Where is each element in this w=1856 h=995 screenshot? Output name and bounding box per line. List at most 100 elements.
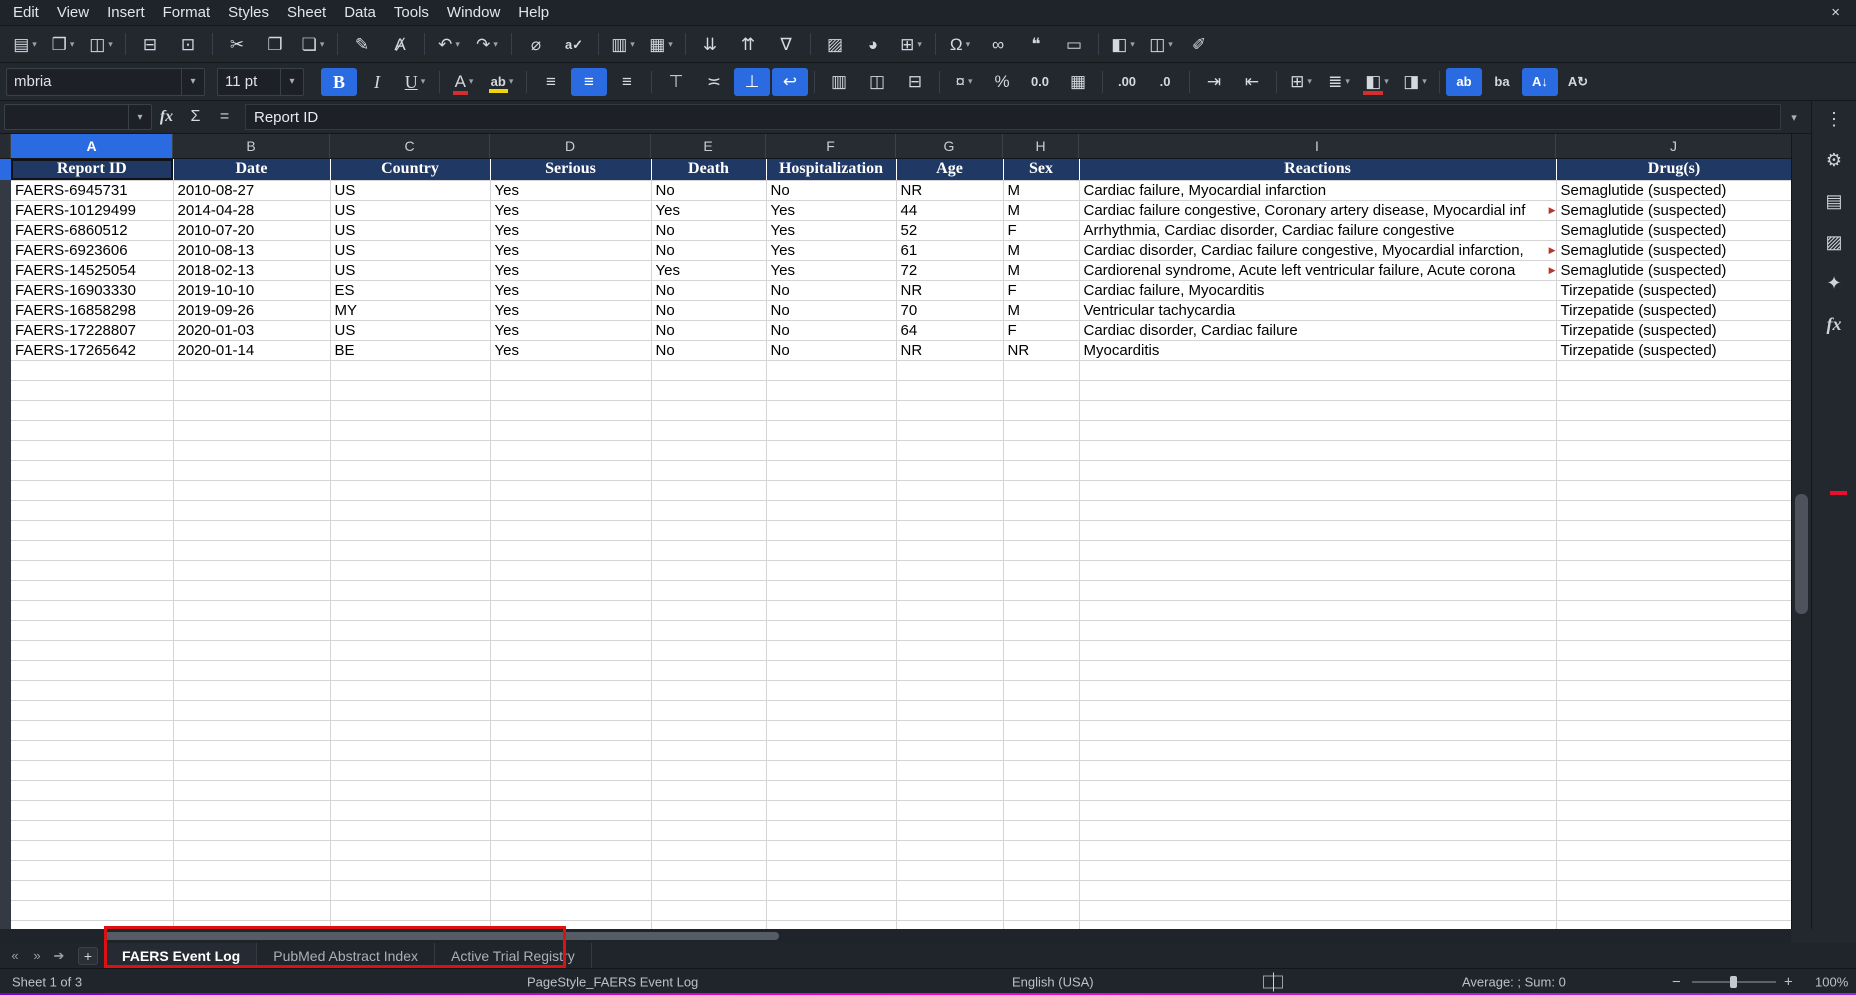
cell[interactable]: Ventricular tachycardia (1079, 300, 1557, 321)
cell[interactable]: Cardiorenal syndrome, Acute left ventric… (1079, 260, 1557, 281)
cell[interactable] (11, 480, 174, 501)
column-header-F[interactable]: F (766, 134, 896, 158)
cell[interactable]: No (651, 220, 767, 241)
cell[interactable] (490, 360, 652, 381)
insert-chart-button[interactable]: ◕ (855, 30, 891, 58)
cell[interactable] (651, 400, 767, 421)
cell[interactable] (1079, 460, 1557, 481)
cell[interactable] (896, 900, 1004, 921)
cell[interactable]: Myocarditis (1079, 340, 1557, 361)
cell[interactable] (896, 380, 1004, 401)
cell[interactable] (173, 660, 331, 681)
cell[interactable] (1556, 700, 1791, 721)
cell[interactable] (490, 540, 652, 561)
cell[interactable] (173, 420, 331, 441)
cell[interactable] (1079, 640, 1557, 661)
cell[interactable] (173, 380, 331, 401)
cell[interactable] (766, 680, 897, 701)
cell[interactable] (651, 360, 767, 381)
cell[interactable] (173, 720, 331, 741)
column-header-B[interactable]: B (173, 134, 330, 158)
cell[interactable] (330, 800, 491, 821)
cell[interactable] (651, 380, 767, 401)
cell[interactable] (490, 920, 652, 929)
cell[interactable]: US (330, 200, 491, 221)
cell[interactable] (1079, 880, 1557, 901)
cell[interactable] (490, 880, 652, 901)
cell[interactable] (766, 520, 897, 541)
cell[interactable] (896, 660, 1004, 681)
cell[interactable] (330, 560, 491, 581)
column-header-A[interactable]: A (11, 134, 173, 158)
cell[interactable] (1556, 460, 1791, 481)
cell[interactable] (1079, 420, 1557, 441)
cell[interactable] (896, 620, 1004, 641)
cell[interactable] (896, 420, 1004, 441)
cell[interactable] (330, 880, 491, 901)
align-top-button[interactable]: ⊤ (658, 68, 694, 96)
cell[interactable] (173, 820, 331, 841)
cell[interactable]: F (1003, 220, 1080, 241)
cell[interactable] (1079, 520, 1557, 541)
sheet-navigation-icon[interactable]: ➔ (48, 948, 70, 964)
cell[interactable] (1079, 500, 1557, 521)
cell[interactable] (896, 600, 1004, 621)
cell[interactable] (1003, 360, 1080, 381)
conditional-formatting-button[interactable]: ◨ ▾ (1397, 68, 1433, 96)
decrease-indent-button[interactable]: ⇤ (1234, 68, 1270, 96)
close-icon[interactable]: × (1831, 4, 1840, 21)
add-sheet-button[interactable]: + (78, 946, 98, 965)
cell[interactable] (766, 640, 897, 661)
cell[interactable] (1079, 860, 1557, 881)
cell[interactable] (1079, 620, 1557, 641)
cell[interactable] (766, 600, 897, 621)
cell[interactable] (651, 660, 767, 681)
cell[interactable]: Cardiac disorder, Cardiac failure (1079, 320, 1557, 341)
column-header-J[interactable]: J (1556, 134, 1792, 158)
cut-button[interactable]: ✂ (219, 30, 255, 58)
dropdown-caret-icon[interactable]: ▾ (630, 39, 635, 50)
cell[interactable]: Semaglutide (suspected) (1556, 200, 1791, 221)
insert-columns-button[interactable]: ▦ ▾ (643, 30, 679, 58)
menu-item-sheet[interactable]: Sheet (278, 0, 335, 25)
align-center-button[interactable]: ≡ (571, 67, 607, 96)
cell[interactable] (896, 840, 1004, 861)
first-sheet-icon[interactable]: « (4, 948, 26, 963)
sidebar-functions-icon[interactable]: fx (1819, 310, 1849, 338)
sum-average[interactable]: Average: ; Sum: 0 (1462, 974, 1566, 989)
cell[interactable]: Cardiac failure congestive, Coronary art… (1079, 200, 1557, 221)
cell[interactable] (330, 760, 491, 781)
dropdown-caret-icon[interactable]: ▾ (1307, 76, 1312, 87)
cell[interactable] (1556, 840, 1791, 861)
cell[interactable]: 2019-09-26 (173, 300, 331, 321)
cell[interactable] (1556, 360, 1791, 381)
align-left-button[interactable]: ≡ (533, 68, 569, 96)
cell[interactable] (490, 520, 652, 541)
cell[interactable]: 64 (896, 320, 1004, 341)
cell[interactable]: 44 (896, 200, 1004, 221)
cell[interactable] (1556, 880, 1791, 901)
cell[interactable] (330, 600, 491, 621)
cell[interactable] (11, 840, 174, 861)
undo-button[interactable]: ↶ ▾ (431, 30, 467, 58)
insert-comment-button[interactable]: ❝ (1018, 30, 1054, 58)
italic-button[interactable]: I (359, 68, 395, 96)
cell[interactable] (330, 860, 491, 881)
autofilter-button[interactable]: ∇ (768, 30, 804, 58)
cell[interactable] (11, 860, 174, 881)
cell[interactable] (330, 680, 491, 701)
cell[interactable]: FAERS-16903330 (11, 280, 174, 301)
cell[interactable] (766, 760, 897, 781)
cell[interactable] (173, 400, 331, 421)
cell[interactable] (651, 880, 767, 901)
show-draw-functions-button[interactable]: ✐ (1181, 30, 1217, 58)
header-cell[interactable]: Country (330, 159, 491, 181)
vertical-scrollbar[interactable] (1791, 134, 1811, 929)
cell[interactable] (1079, 360, 1557, 381)
cell[interactable] (651, 760, 767, 781)
cell[interactable] (651, 480, 767, 501)
cell[interactable] (490, 560, 652, 581)
cell[interactable]: 61 (896, 240, 1004, 261)
cell[interactable] (1003, 680, 1080, 701)
cell[interactable] (11, 400, 174, 421)
